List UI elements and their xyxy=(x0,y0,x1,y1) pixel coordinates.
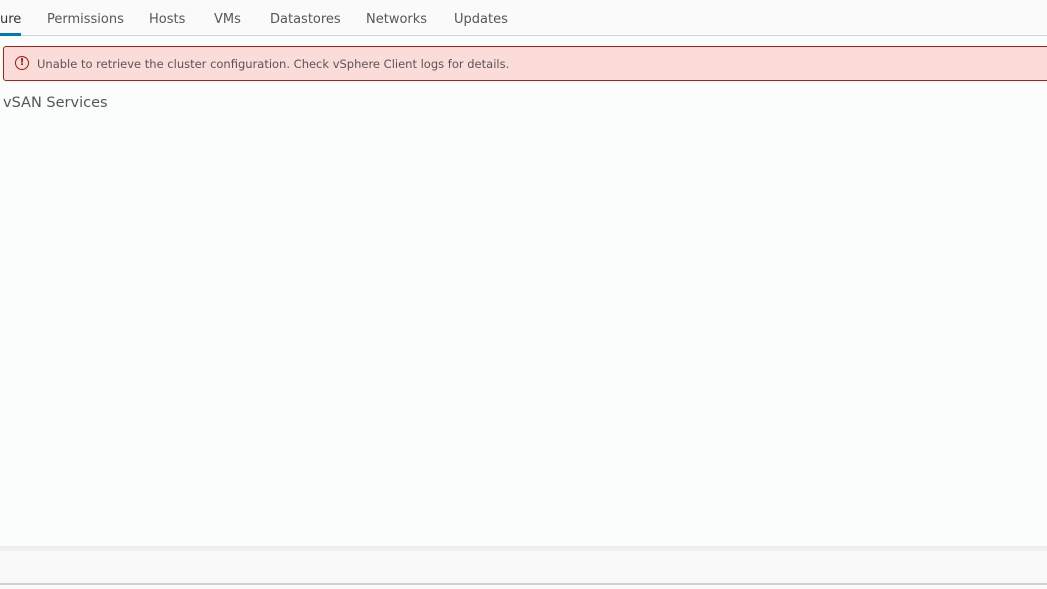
section-title: vSAN Services xyxy=(3,95,108,111)
tab-hosts[interactable]: Hosts xyxy=(149,12,185,27)
tab-datastores[interactable]: Datastores xyxy=(270,12,341,27)
error-alert: ! Unable to retrieve the cluster configu… xyxy=(3,46,1047,81)
tab-bar: ure Permissions Hosts VMs Datastores Net… xyxy=(0,0,1047,36)
alert-message: Unable to retrieve the cluster configura… xyxy=(37,57,510,71)
tab-updates[interactable]: Updates xyxy=(454,12,508,27)
tab-vms[interactable]: VMs xyxy=(214,12,241,27)
tab-configure[interactable]: ure xyxy=(0,12,21,27)
tab-networks[interactable]: Networks xyxy=(366,12,427,27)
tab-permissions[interactable]: Permissions xyxy=(47,12,124,27)
content-panel: ! Unable to retrieve the cluster configu… xyxy=(0,36,1047,546)
error-circle-icon: ! xyxy=(15,56,29,70)
footer-panel xyxy=(0,551,1047,585)
